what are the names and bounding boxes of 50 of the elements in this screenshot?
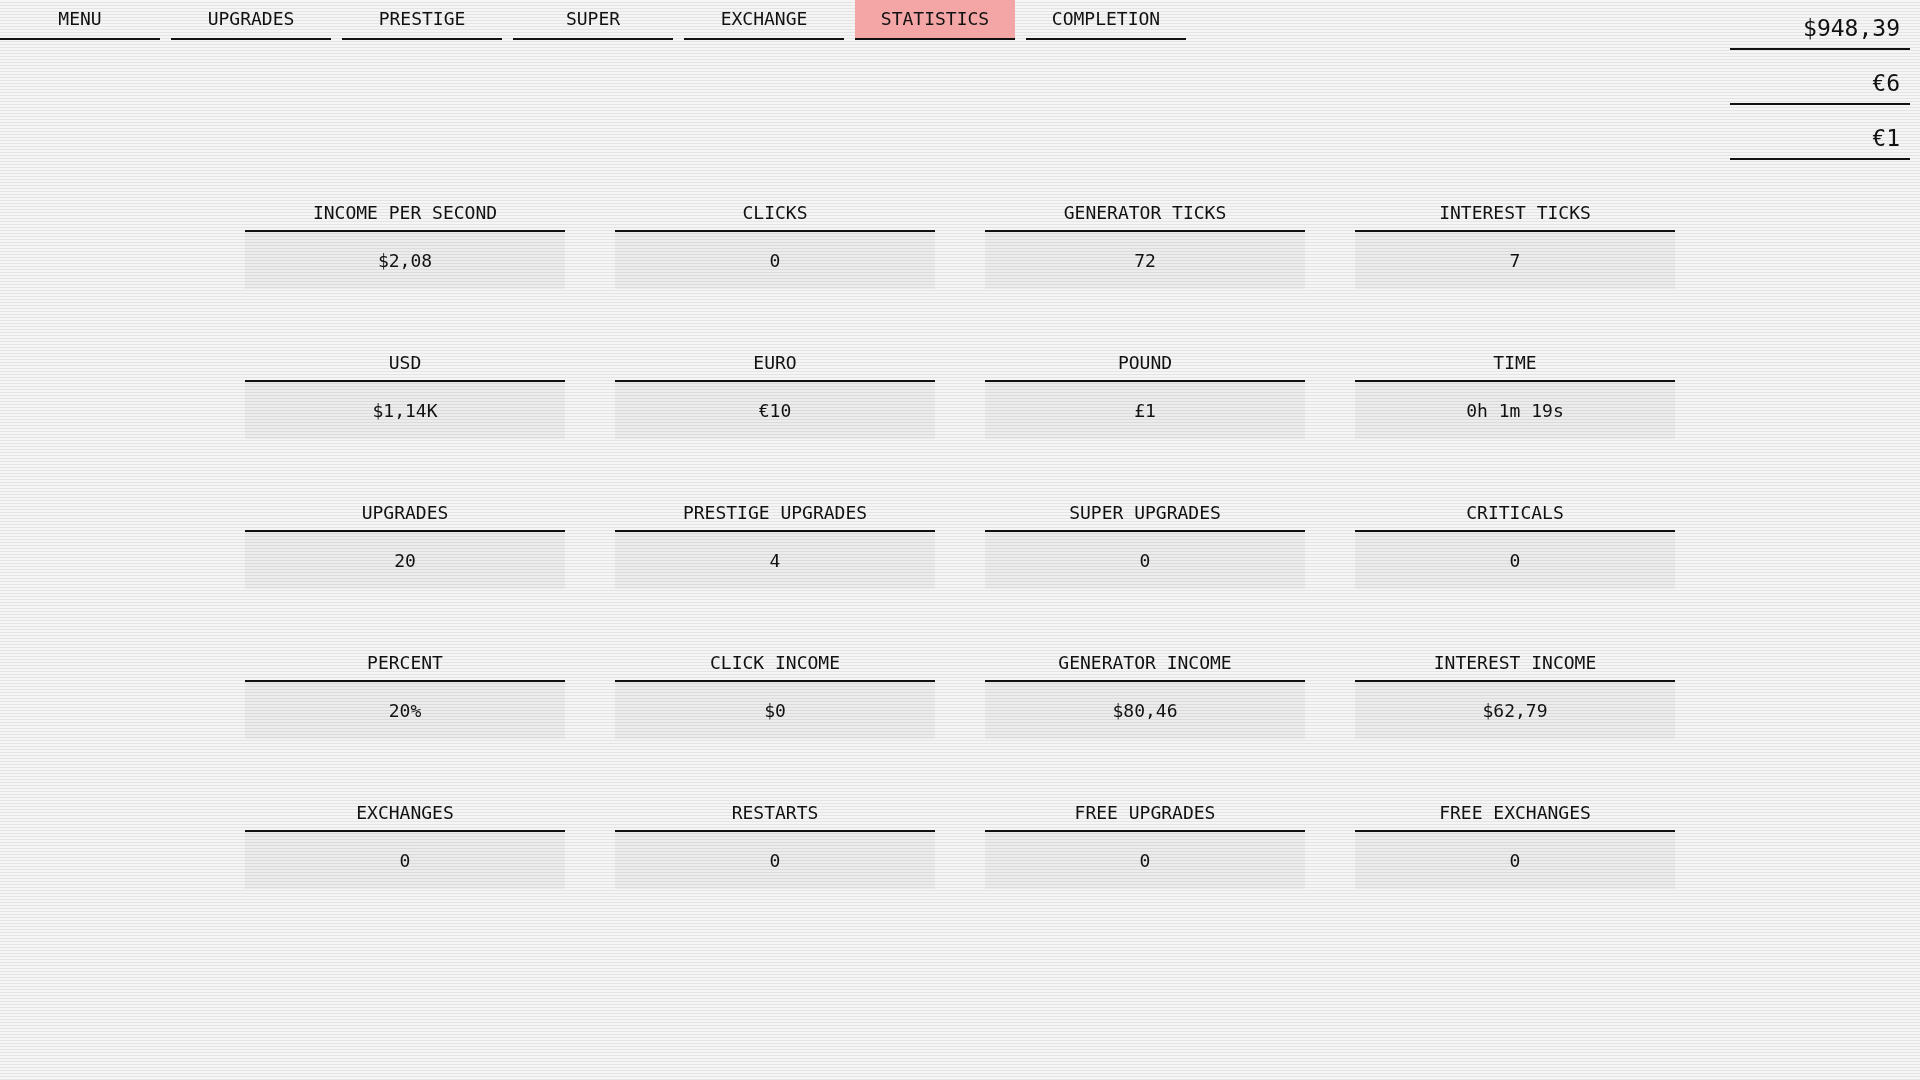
nav-tab[interactable]: STATISTICS [855,0,1015,40]
stat-label: INTEREST TICKS [1355,196,1675,232]
stat-value: 0 [1355,532,1675,589]
stat-value: 0 [615,832,935,889]
stat-value: 0 [985,832,1305,889]
stat-label: SUPER UPGRADES [985,496,1305,532]
stat-label: CLICK INCOME [615,646,935,682]
stat-value: 20 [245,532,565,589]
stat-label: TIME [1355,346,1675,382]
stat-value: $80,46 [985,682,1305,739]
stat-value: €10 [615,382,935,439]
currency-balance: €1 [1730,110,1910,160]
stat-value: 4 [615,532,935,589]
stat-label: USD [245,346,565,382]
nav-tab[interactable]: SUPER [513,0,673,40]
stat-label: POUND [985,346,1305,382]
stat-label: UPGRADES [245,496,565,532]
stat-label: PERCENT [245,646,565,682]
stat-label: EXCHANGES [245,796,565,832]
stat-value: 0h 1m 19s [1355,382,1675,439]
stat-label: GENERATOR INCOME [985,646,1305,682]
stat-value: $1,14K [245,382,565,439]
stat-value: 7 [1355,232,1675,289]
stat-value: 0 [985,532,1305,589]
nav-tab[interactable]: MENU [0,0,160,40]
stat-value: $2,08 [245,232,565,289]
nav-tab[interactable]: PRESTIGE [342,0,502,40]
stat-label: INTEREST INCOME [1355,646,1675,682]
stat-label: INCOME PER SECOND [245,196,565,232]
stat-label: EURO [615,346,935,382]
stat-value: 0 [245,832,565,889]
stat-value: 20% [245,682,565,739]
currency-balance: $948,39 [1730,0,1910,50]
stat-label: FREE EXCHANGES [1355,796,1675,832]
stat-value: $62,79 [1355,682,1675,739]
nav-tab[interactable]: UPGRADES [171,0,331,40]
stat-label: GENERATOR TICKS [985,196,1305,232]
stat-label: RESTARTS [615,796,935,832]
stat-label: CLICKS [615,196,935,232]
stat-label: PRESTIGE UPGRADES [615,496,935,532]
currency-balance: €6 [1730,55,1910,105]
stat-label: CRITICALS [1355,496,1675,532]
stat-label: FREE UPGRADES [985,796,1305,832]
stat-value: 0 [615,232,935,289]
stat-value: £1 [985,382,1305,439]
nav-tab[interactable]: EXCHANGE [684,0,844,40]
nav-tab[interactable]: COMPLETION [1026,0,1186,40]
stat-value: 0 [1355,832,1675,889]
stat-value: $0 [615,682,935,739]
stat-value: 72 [985,232,1305,289]
